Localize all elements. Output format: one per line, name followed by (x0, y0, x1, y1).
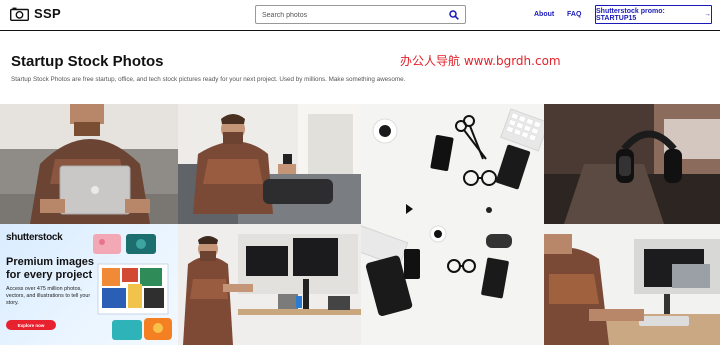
photo-image (544, 104, 720, 224)
photo-image (544, 224, 720, 345)
photo-image (178, 104, 361, 224)
arrow-right-icon: → (704, 11, 711, 18)
ad-body-text: Access over 475 million photos, vectors,… (6, 286, 91, 306)
photo-headphones[interactable] (544, 104, 720, 224)
ad-brand: shutterstock (6, 232, 63, 243)
nav-faq-link[interactable]: FAQ (567, 11, 581, 18)
watermark-text: 办公人导航 www.bgrdh.com (400, 54, 561, 68)
search-box (255, 5, 466, 24)
page-description: Startup Stock Photos are free startup, o… (11, 76, 406, 83)
photo-image (178, 224, 361, 345)
photo-man-typing[interactable] (544, 224, 720, 345)
photo-man-at-standing-desk[interactable] (178, 224, 361, 345)
shutterstock-ad[interactable]: shutterstock Premium images for every pr… (0, 224, 178, 345)
camera-icon (10, 7, 29, 21)
search-input[interactable] (262, 8, 442, 22)
site-logo[interactable]: SSP (10, 6, 61, 21)
photo-desk-flatlay[interactable] (361, 104, 544, 345)
search-button[interactable] (447, 8, 461, 22)
ad-headline: Premium images for every project (6, 256, 95, 281)
photo-man-with-laptop[interactable] (0, 104, 178, 224)
ad-collage-image (93, 234, 172, 340)
page-title: Startup Stock Photos (11, 53, 164, 70)
promo-button[interactable]: Shutterstock promo: STARTUP15 → (595, 5, 712, 24)
promo-label: Shutterstock promo: STARTUP15 (596, 7, 665, 22)
photo-image (361, 104, 544, 345)
site-header: SSP About FAQ Shutterstock promo: STARTU… (0, 0, 720, 31)
logo-text: SSP (34, 6, 61, 21)
explore-button[interactable]: Explore now (6, 320, 56, 330)
nav-about-link[interactable]: About (534, 11, 554, 18)
photo-man-on-sofa[interactable] (178, 104, 361, 224)
search-icon (449, 10, 459, 20)
photo-image (0, 104, 178, 224)
photo-grid: shutterstock Premium images for every pr… (0, 104, 720, 345)
